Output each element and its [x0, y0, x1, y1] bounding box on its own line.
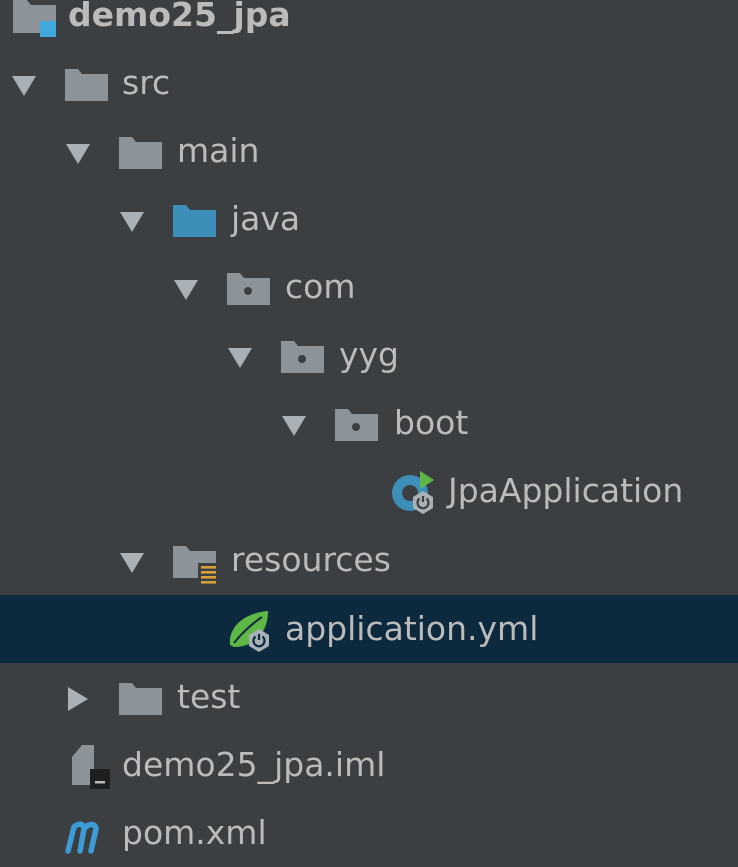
iml-file-icon: [66, 743, 112, 789]
chevron-down-icon[interactable]: [118, 548, 146, 576]
tree-node-label: com: [285, 267, 356, 306]
tree-node-label: application.yml: [285, 609, 539, 648]
tree-node-label: src: [122, 63, 171, 102]
tree-node-label: test: [177, 677, 241, 716]
resources-root-folder-icon: [172, 538, 218, 584]
folder-icon: [64, 61, 110, 107]
module-folder-icon: [12, 0, 58, 39]
tree-node-com[interactable]: com: [0, 253, 738, 321]
tree-node-label: main: [177, 131, 260, 170]
folder-icon: [118, 129, 164, 175]
tree-node-application-yml[interactable]: application.yml: [0, 595, 738, 663]
source-root-folder-icon: [172, 197, 218, 243]
package-icon: [280, 333, 326, 379]
tree-node-label: java: [231, 199, 301, 238]
tree-node-pom-xml[interactable]: pom.xml: [0, 799, 738, 867]
spring-config-file-icon: [226, 607, 272, 653]
tree-node-label: resources: [231, 540, 391, 579]
tree-node-resources[interactable]: resources: [0, 526, 738, 594]
chevron-down-icon[interactable]: [10, 71, 38, 99]
tree-node-demo25-jpa-iml[interactable]: demo25_jpa.iml: [0, 731, 738, 799]
tree-node-yyg[interactable]: yyg: [0, 321, 738, 389]
chevron-down-icon[interactable]: [64, 139, 92, 167]
maven-icon: [64, 811, 110, 857]
tree-node-test[interactable]: test: [0, 663, 738, 731]
tree-node-label: boot: [394, 403, 469, 442]
package-icon: [226, 265, 272, 311]
tree-node-demo25-jpa[interactable]: demo25_jpa: [0, 0, 738, 49]
package-icon: [334, 401, 380, 447]
tree-node-label: JpaApplication: [448, 471, 684, 510]
chevron-down-icon[interactable]: [280, 411, 308, 439]
tree-node-label: pom.xml: [122, 813, 267, 852]
project-tree: demo25_jpa src main java com yyg boot Jp…: [0, 0, 738, 854]
tree-node-label: demo25_jpa.iml: [122, 745, 386, 784]
tree-node-src[interactable]: src: [0, 49, 738, 117]
tree-node-label: demo25_jpa: [68, 0, 291, 34]
spring-boot-class-icon: [390, 469, 436, 515]
tree-node-jpa-application[interactable]: JpaApplication: [0, 457, 738, 525]
tree-node-main[interactable]: main: [0, 117, 738, 185]
tree-node-boot[interactable]: boot: [0, 389, 738, 457]
chevron-down-icon[interactable]: [172, 275, 200, 303]
chevron-down-icon[interactable]: [118, 207, 146, 235]
tree-node-java[interactable]: java: [0, 185, 738, 253]
folder-icon: [118, 675, 164, 721]
chevron-down-icon[interactable]: [226, 343, 254, 371]
chevron-right-icon[interactable]: [64, 685, 92, 713]
tree-node-label: yyg: [339, 335, 400, 374]
